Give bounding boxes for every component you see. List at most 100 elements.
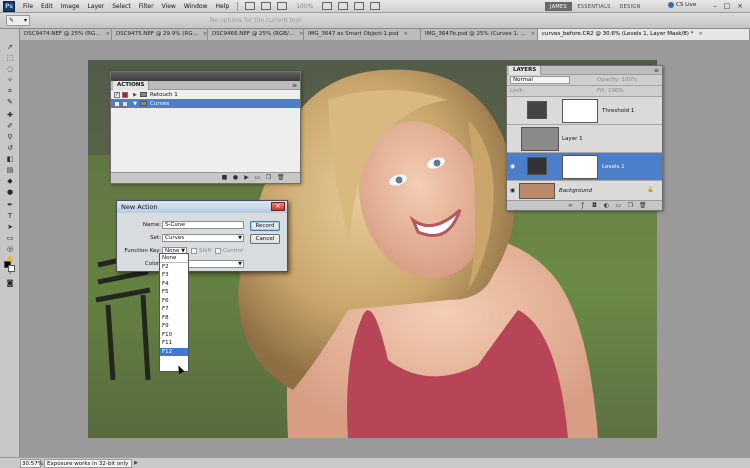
link-icon[interactable]: ∞ (567, 203, 574, 209)
extras-icon[interactable] (277, 2, 288, 10)
clone-stamp-tool-icon[interactable]: ⚲ (5, 133, 15, 141)
action-set-row[interactable]: ✓ ▶ Retouch 1 (111, 90, 300, 99)
dialog-toggle-icon[interactable] (122, 100, 128, 107)
function-key-option[interactable]: F5 (160, 288, 188, 297)
tab-actions[interactable]: ACTIONS (113, 81, 150, 90)
close-tab-icon[interactable]: × (404, 29, 409, 40)
stop-icon[interactable]: ■ (221, 175, 228, 181)
menu-image[interactable]: Image (57, 0, 84, 13)
tab-dsc9475[interactable]: DSC9475.NEF @ 29.9% (RG... × (112, 29, 208, 40)
healing-brush-tool-icon[interactable]: ✚ (5, 111, 15, 119)
workspace-essentials-button[interactable]: ESSENTIALS (574, 2, 614, 11)
blend-mode-select[interactable]: Normal (510, 76, 570, 84)
function-key-option[interactable]: F12 (160, 347, 188, 356)
panel-menu-icon[interactable]: ≡ (654, 67, 659, 74)
toggle-checkbox[interactable]: ✓ (114, 91, 120, 98)
3d-rotate-tool-icon[interactable]: ◎ (5, 245, 15, 253)
function-key-option[interactable]: F2 (160, 263, 188, 272)
pen-tool-icon[interactable]: ✒ (5, 201, 15, 209)
action-set-row-selected[interactable]: ▼ Curves (111, 99, 300, 108)
close-tab-icon[interactable]: × (203, 29, 207, 40)
close-icon[interactable]: ✕ (271, 202, 285, 211)
crop-tool-icon[interactable]: ⌗ (5, 87, 15, 95)
menu-select[interactable]: Select (108, 0, 135, 13)
trash-icon[interactable]: 🗑 (639, 203, 647, 209)
rotate-view-icon[interactable] (338, 2, 349, 10)
adjustment-icon[interactable]: ◐ (603, 203, 610, 209)
function-key-option[interactable]: None (160, 254, 188, 263)
tab-img3647b[interactable]: IMG_3647b.psd @ 25% (Curves 1, ... × (421, 29, 538, 40)
fx-icon[interactable]: ƒ (579, 203, 586, 209)
layer-row-layer1[interactable]: Layer 1 (507, 125, 662, 153)
zoom-field[interactable]: 30.57% (20, 458, 43, 468)
close-tab-icon[interactable]: × (698, 29, 703, 40)
eraser-tool-icon[interactable]: ◧ (5, 155, 15, 163)
panel-header[interactable] (111, 72, 300, 81)
quick-select-tool-icon[interactable]: ✧ (5, 76, 15, 84)
status-menu-arrow-icon[interactable]: ▶ (132, 459, 140, 468)
mask-icon[interactable]: ◘ (591, 203, 598, 209)
zoom-level[interactable]: 100% (296, 3, 313, 10)
hand-tool-icon[interactable] (322, 2, 333, 10)
menu-view[interactable]: View (158, 0, 180, 13)
function-key-option[interactable]: F3 (160, 271, 188, 280)
eye-icon[interactable]: ◉ (509, 187, 516, 194)
dodge-tool-icon[interactable]: ● (5, 188, 15, 196)
cancel-button[interactable]: Cancel (250, 234, 280, 244)
visibility-toggle[interactable] (509, 107, 516, 114)
shape-tool-icon[interactable]: ▭ (5, 234, 15, 242)
marquee-tool-icon[interactable]: ⬚ (5, 54, 15, 62)
function-key-option[interactable]: F11 (160, 339, 188, 348)
lasso-tool-icon[interactable]: ◌ (5, 65, 15, 73)
new-action-icon[interactable]: ❐ (265, 175, 272, 181)
layer-mask-thumbnail[interactable] (562, 155, 598, 179)
arrange-documents-icon[interactable] (354, 2, 365, 10)
eye-icon[interactable]: ◉ (509, 163, 516, 170)
layer-row-background[interactable]: ◉ Background 🔒 (507, 181, 662, 201)
workspace-james-button[interactable]: JAMES (545, 2, 572, 11)
tab-dsc9466[interactable]: DSC9466.NEF @ 25% (RGB/... × (208, 29, 304, 40)
path-select-tool-icon[interactable]: ➤ (5, 223, 15, 231)
function-key-option[interactable]: F10 (160, 331, 188, 340)
eyedropper-tool-icon[interactable]: ✎ (5, 98, 15, 106)
bridge-icon[interactable] (245, 2, 256, 10)
tab-dsc9474[interactable]: DSC9474.NEF @ 25% (RG... × (20, 29, 112, 40)
new-set-icon[interactable]: ▭ (254, 175, 261, 181)
dialog-toggle-icon[interactable] (122, 91, 128, 98)
name-input[interactable] (162, 221, 244, 229)
dialog-title-bar[interactable]: New Action ✕ (117, 201, 287, 213)
visibility-toggle[interactable] (509, 135, 516, 142)
menu-help[interactable]: Help (212, 0, 234, 13)
quick-mask-icon[interactable]: ◙ (5, 279, 15, 287)
expand-triangle-icon[interactable]: ▼ (131, 101, 139, 107)
expand-triangle-icon[interactable]: ▶ (131, 92, 139, 98)
screen-mode-icon[interactable] (370, 2, 381, 10)
function-key-option[interactable]: F9 (160, 322, 188, 331)
layer-row-levels[interactable]: ◉ Levels 1 (507, 153, 662, 181)
menu-window[interactable]: Window (180, 0, 212, 13)
record-icon[interactable]: ● (232, 175, 239, 181)
trash-icon[interactable]: 🗑 (277, 175, 285, 181)
toggle-checkbox[interactable] (114, 100, 120, 107)
control-checkbox[interactable] (215, 248, 221, 254)
panel-menu-icon[interactable]: ≡ (292, 82, 297, 89)
maximize-icon[interactable]: □ (722, 2, 732, 11)
tab-curves-before[interactable]: curves_before.CR2 @ 30.6% (Levels 1, Lay… (538, 29, 750, 40)
tab-img3647-smart-object[interactable]: IMG_3647 as Smart Object-1.psd × (304, 29, 421, 40)
gradient-tool-icon[interactable]: ▤ (5, 166, 15, 174)
menu-filter[interactable]: Filter (135, 0, 158, 13)
tab-layers[interactable]: LAYERS (509, 66, 542, 75)
minimize-icon[interactable]: – (710, 2, 720, 11)
menu-edit[interactable]: Edit (37, 0, 57, 13)
group-icon[interactable]: ▭ (615, 203, 622, 209)
function-key-option[interactable]: F7 (160, 305, 188, 314)
background-color-swatch[interactable] (8, 265, 15, 272)
blur-tool-icon[interactable]: ◆ (5, 177, 15, 185)
close-tab-icon[interactable]: × (531, 29, 536, 40)
menu-layer[interactable]: Layer (83, 0, 108, 13)
workspace-design-button[interactable]: DESIGN (616, 2, 644, 11)
close-tab-icon[interactable]: × (106, 29, 111, 40)
type-tool-icon[interactable]: T (5, 212, 15, 220)
layer-row-threshold[interactable]: Threshold 1 (507, 97, 662, 125)
function-key-option[interactable]: F8 (160, 314, 188, 323)
